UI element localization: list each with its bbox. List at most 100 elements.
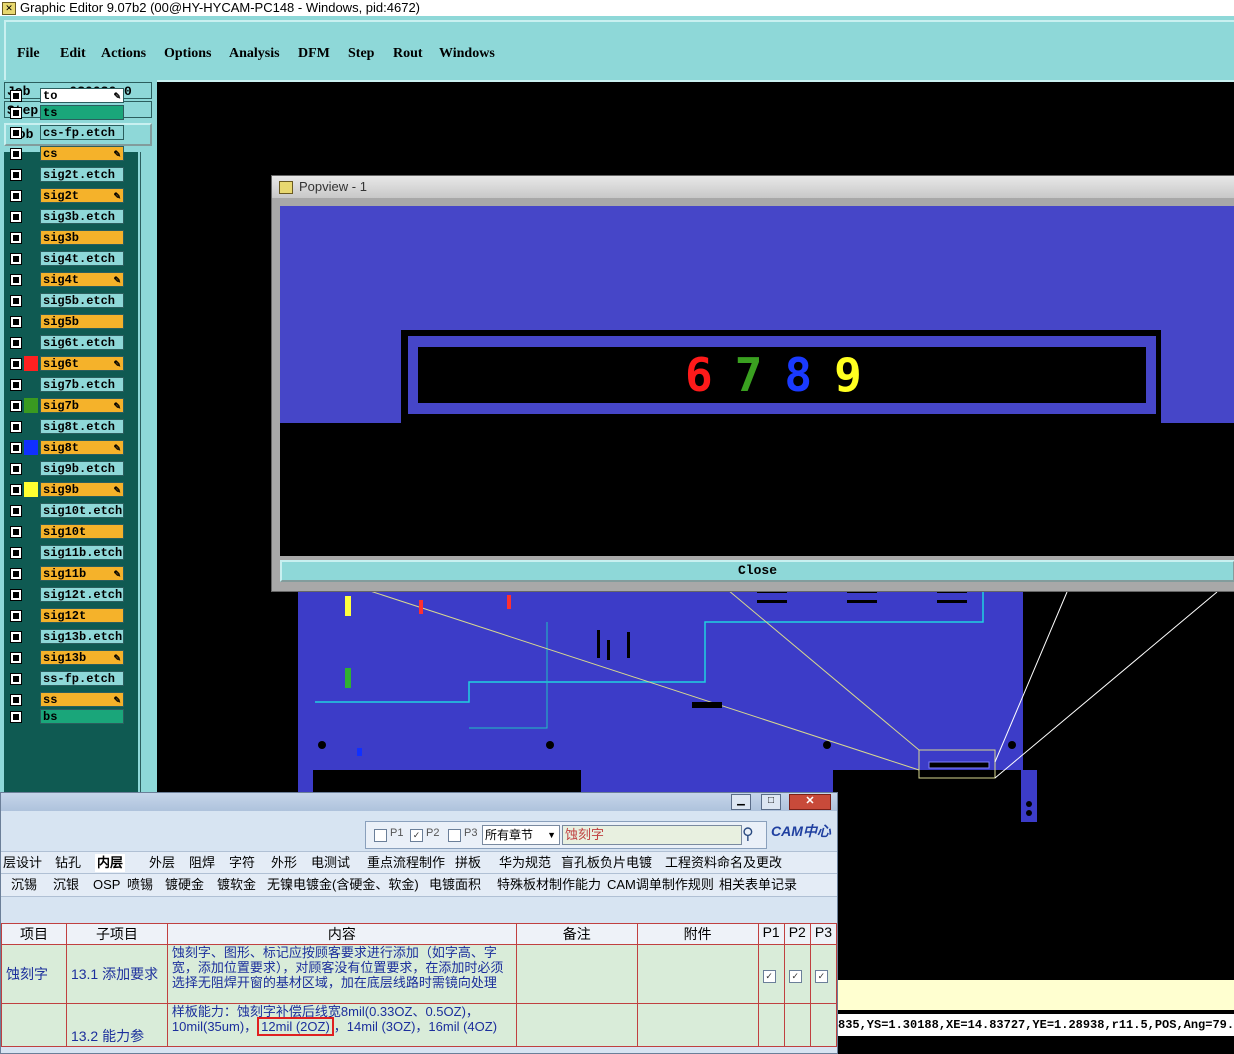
cell-p1[interactable] (757, 1003, 785, 1047)
layer-name[interactable]: to ✎ (40, 88, 124, 103)
layer-name[interactable]: sig4t ✎ (40, 272, 124, 287)
tab-tabs_row2-1[interactable]: 沉银 (53, 876, 79, 894)
layer-row[interactable]: sig5b.etch (6, 293, 126, 310)
p1-checkbox[interactable] (374, 829, 387, 842)
layer-name[interactable]: sig10t (40, 524, 124, 539)
layer-row[interactable]: sig3b.etch (6, 209, 126, 226)
layer-name[interactable]: sig12t.etch (40, 587, 124, 602)
layer-checkbox[interactable] (10, 169, 22, 181)
layer-row[interactable]: sig4t.etch (6, 251, 126, 268)
layer-row[interactable]: sig9b.etch (6, 461, 126, 478)
layer-name[interactable]: sig4t.etch (40, 251, 124, 266)
layer-checkbox[interactable] (10, 274, 22, 286)
layer-name[interactable]: sig8t.etch (40, 419, 124, 434)
layer-name[interactable]: sig2t.etch (40, 167, 124, 182)
layer-name[interactable]: sig2t ✎ (40, 188, 124, 203)
cell-p3[interactable]: ✓ (809, 944, 838, 1004)
layer-checkbox[interactable] (10, 652, 22, 664)
layer-checkbox[interactable] (10, 211, 22, 223)
tab-tabs_row1-7[interactable]: 电测试 (311, 854, 350, 872)
layer-row[interactable]: sig12t (6, 608, 126, 625)
layer-checkbox[interactable] (10, 463, 22, 475)
layer-checkbox[interactable] (10, 107, 22, 119)
menu-actions[interactable]: Actions (101, 46, 146, 62)
layer-checkbox[interactable] (10, 316, 22, 328)
layer-name[interactable]: ss-fp.etch (40, 671, 124, 686)
tab-tabs_row2-9[interactable]: CAM调单制作规则 (607, 876, 714, 894)
tab-tabs_row2-7[interactable]: 电镀面积 (429, 876, 481, 894)
layer-name[interactable]: bs (40, 709, 124, 724)
menu-analysis[interactable]: Analysis (229, 46, 280, 62)
layer-checkbox[interactable] (10, 421, 22, 433)
layer-checkbox[interactable] (10, 127, 22, 139)
layer-name[interactable]: sig6t ✎ (40, 356, 124, 371)
tab-tabs_row1-12[interactable]: 工程资料命名及更改 (665, 854, 782, 872)
layer-checkbox[interactable] (10, 694, 22, 706)
layer-row[interactable]: sig11b.etch (6, 545, 126, 562)
minimize-icon[interactable]: ▁ (731, 794, 751, 810)
layer-scrollbar[interactable] (140, 152, 153, 792)
layer-checkbox[interactable] (10, 505, 22, 517)
tab-tabs_row2-6[interactable]: 无镍电镀金(含硬金、软金) (267, 876, 419, 894)
layer-name[interactable]: sig13b.etch (40, 629, 124, 644)
maximize-icon[interactable]: □ (761, 794, 781, 810)
menu-dfm[interactable]: DFM (298, 46, 330, 62)
tab-tabs_row2-4[interactable]: 镀硬金 (165, 876, 204, 894)
layer-row[interactable]: sig13b.etch (6, 629, 126, 646)
tab-tabs_row2-5[interactable]: 镀软金 (217, 876, 256, 894)
layer-row[interactable]: sig3b (6, 230, 126, 247)
layer-checkbox[interactable] (10, 379, 22, 391)
cell-p1[interactable]: ✓ (757, 944, 785, 1004)
tab-tabs_row2-10[interactable]: 相关表单记录 (719, 876, 797, 894)
tab-tabs_row1-0[interactable]: 层设计 (3, 854, 42, 872)
menu-rout[interactable]: Rout (393, 46, 423, 62)
tab-tabs_row1-9[interactable]: 拼板 (455, 854, 481, 872)
layer-checkbox[interactable] (10, 90, 22, 102)
layer-checkbox[interactable] (10, 295, 22, 307)
layer-row[interactable]: sig10t (6, 524, 126, 541)
p3-checkbox[interactable] (448, 829, 461, 842)
layer-row[interactable]: sig6t.etch (6, 335, 126, 352)
layer-row[interactable]: ss ✎ (6, 692, 126, 709)
popview-canvas[interactable]: 6 7 8 9 (280, 206, 1234, 556)
doc-titlebar[interactable]: ▁ □ ✕ (1, 793, 837, 811)
layer-row[interactable]: sig12t.etch (6, 587, 126, 604)
layer-name[interactable]: sig6t.etch (40, 335, 124, 350)
layer-row[interactable]: ts (6, 105, 126, 122)
tab-tabs_row1-4[interactable]: 阻焊 (189, 854, 215, 872)
chapter-select[interactable]: 所有章节 ▼ (482, 825, 560, 845)
close-icon[interactable]: ✕ (789, 794, 831, 810)
tab-tabs_row1-11[interactable]: 盲孔板负片电镀 (561, 854, 652, 872)
popview-close-button[interactable]: Close (280, 560, 1234, 582)
layer-row[interactable]: sig8t.etch (6, 419, 126, 436)
layer-row[interactable]: sig8t ✎ (6, 440, 126, 457)
search-icon[interactable]: ⚲ (742, 824, 754, 844)
layer-row[interactable]: sig2t ✎ (6, 188, 126, 205)
layer-checkbox[interactable] (10, 589, 22, 601)
layer-name[interactable]: sig9b.etch (40, 461, 124, 476)
layer-name[interactable]: sig7b ✎ (40, 398, 124, 413)
layer-row[interactable]: ss-fp.etch (6, 671, 126, 688)
layer-row[interactable]: sig4t ✎ (6, 272, 126, 289)
layer-name[interactable]: sig13b ✎ (40, 650, 124, 665)
menu-edit[interactable]: Edit (60, 46, 86, 62)
table-row[interactable]: 蚀刻字 13.1 添加要求 蚀刻字、图形、标记应按顾客要求进行添加（如字高、字宽… (1, 944, 838, 1004)
layer-row[interactable]: cs-fp.etch (6, 125, 126, 142)
menu-file[interactable]: File (17, 46, 40, 62)
layer-row[interactable]: sig9b ✎ (6, 482, 126, 499)
layer-name[interactable]: ts (40, 105, 124, 120)
layer-name[interactable]: sig3b (40, 230, 124, 245)
tab-tabs_row1-6[interactable]: 外形 (271, 854, 297, 872)
layer-row[interactable]: sig5b (6, 314, 126, 331)
tab-tabs_row1-3[interactable]: 外层 (149, 854, 175, 872)
cell-p3[interactable] (809, 1003, 838, 1047)
layer-checkbox[interactable] (10, 400, 22, 412)
layer-checkbox[interactable] (10, 232, 22, 244)
layer-row[interactable]: to ✎ (6, 88, 126, 105)
layer-checkbox[interactable] (10, 358, 22, 370)
layer-row[interactable]: cs ✎ (6, 146, 126, 163)
layer-checkbox[interactable] (10, 631, 22, 643)
tab-tabs_row1-1[interactable]: 钻孔 (55, 854, 81, 872)
tab-tabs_row2-0[interactable]: 沉锡 (11, 876, 37, 894)
layer-row[interactable]: sig11b ✎ (6, 566, 126, 583)
